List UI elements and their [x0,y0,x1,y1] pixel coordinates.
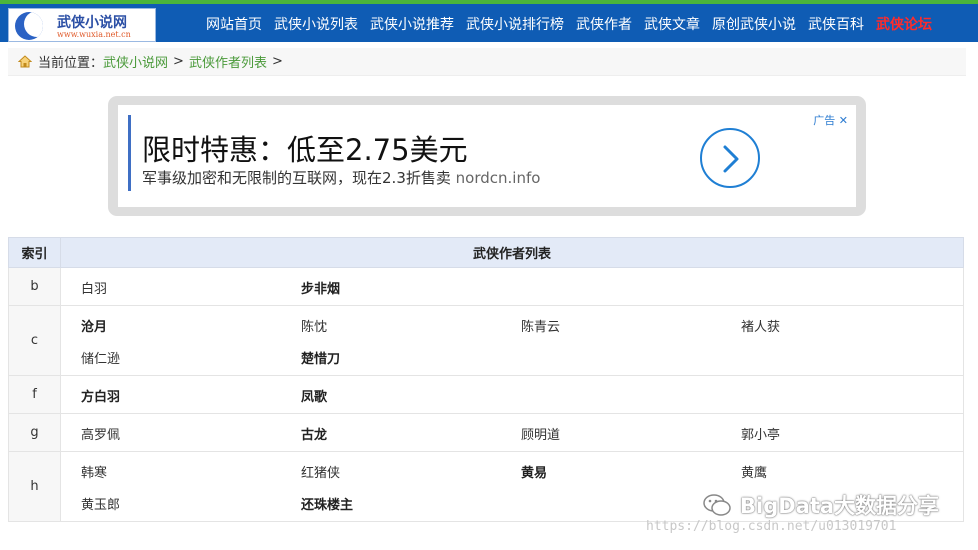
author-table: 索引 武侠作者列表 b 白羽 步非烟 c 沧月 陈忱 陈青云 褚人获 储仁逊 楚… [8,237,964,522]
ad-card: 限时特惠：低至2.75美元 军事级加密和无限制的互联网，现在2.3折售卖 nor… [118,105,856,207]
breadcrumb-authors-link[interactable]: 武侠作者列表 [189,52,267,71]
row-index: h [8,451,61,522]
chevron-right-icon [723,145,739,173]
breadcrumb-separator: > [271,54,283,69]
author-cell: 沧月 陈忱 陈青云 褚人获 储仁逊 楚惜刀 [60,305,964,376]
nav-authors[interactable]: 武侠作者 [576,14,632,34]
author-link[interactable]: 步非烟 [301,278,521,297]
ad-tag-text: 广告 [813,114,836,127]
table-row: f 方白羽 凤歌 [8,375,964,414]
row-index: f [8,375,61,414]
home-icon [18,55,32,68]
ad-go-button[interactable] [700,128,760,188]
table-header-row: 索引 武侠作者列表 [8,237,964,268]
author-link[interactable]: 黄玉郎 [81,494,301,513]
column-header-authors: 武侠作者列表 [60,237,964,268]
breadcrumb-home-link[interactable]: 武侠小说网 [103,52,168,71]
author-link[interactable]: 韩寒 [81,462,301,481]
nav-forum[interactable]: 武侠论坛 [876,14,932,34]
wechat-watermark: BigData大数据分享 [702,490,939,520]
author-link[interactable]: 储仁逊 [81,348,301,367]
crescent-moon-icon [15,12,43,40]
top-nav-bar: 武侠小说网 www.wuxia.net.cn 网站首页 武侠小说列表 武侠小说推… [0,0,978,42]
table-row: c 沧月 陈忱 陈青云 褚人获 储仁逊 楚惜刀 [8,305,964,376]
column-header-index: 索引 [8,237,61,268]
table-row: b 白羽 步非烟 [8,267,964,306]
wechat-watermark-text: BigData大数据分享 [740,494,940,518]
nav-home[interactable]: 网站首页 [206,14,262,34]
author-link[interactable]: 凤歌 [301,386,521,405]
author-link[interactable]: 黄易 [521,462,741,481]
author-link[interactable]: 方白羽 [81,386,301,405]
author-link[interactable]: 还珠楼主 [301,494,521,513]
breadcrumb-prefix: 当前位置： [38,56,104,71]
author-link[interactable]: 褚人获 [741,316,941,335]
author-link[interactable]: 高罗佩 [81,424,301,443]
author-link[interactable]: 沧月 [81,316,301,335]
ad-accent-bar [128,115,131,191]
row-index: g [8,413,61,452]
author-link[interactable]: 郭小亭 [741,424,941,443]
author-link[interactable]: 黄鹰 [741,462,941,481]
nav-ranking[interactable]: 武侠小说排行榜 [466,14,564,34]
ad-title: 限时特惠：低至2.75美元 [142,133,468,167]
ad-desc-text: 军事级加密和无限制的互联网，现在2.3折售卖 [142,169,451,187]
author-cell: 方白羽 凤歌 [60,375,964,414]
author-link[interactable]: 古龙 [301,424,521,443]
breadcrumb: 当前位置： 武侠小说网 > 武侠作者列表 > [8,48,966,76]
ad-banner[interactable]: 限时特惠：低至2.75美元 军事级加密和无限制的互联网，现在2.3折售卖 nor… [108,96,866,216]
wechat-icon [703,494,731,516]
ad-description: 军事级加密和无限制的互联网，现在2.3折售卖 nordcn.info [142,167,540,188]
nav-encyclopedia[interactable]: 武侠百科 [808,14,864,34]
author-cell: 高罗佩 古龙 顾明道 郭小亭 [60,413,964,452]
ad-close-icon[interactable]: ✕ [839,114,848,127]
main-nav: 网站首页 武侠小说列表 武侠小说推荐 武侠小说排行榜 武侠作者 武侠文章 原创武… [206,9,932,39]
author-cell: 白羽 步非烟 [60,267,964,306]
site-logo[interactable]: 武侠小说网 www.wuxia.net.cn [8,8,156,42]
nav-novel-list[interactable]: 武侠小说列表 [274,14,358,34]
url-watermark: https://blog.csdn.net/u013019701 [646,519,897,534]
ad-domain: nordcn.info [455,169,541,187]
ad-label: 广告 ✕ [813,112,848,128]
logo-name: 武侠小说网 [57,15,127,31]
nav-original[interactable]: 原创武侠小说 [712,14,796,34]
logo-url: www.wuxia.net.cn [57,30,131,39]
author-link[interactable]: 陈青云 [521,316,741,335]
table-row: g 高罗佩 古龙 顾明道 郭小亭 [8,413,964,452]
author-link[interactable]: 顾明道 [521,424,741,443]
nav-articles[interactable]: 武侠文章 [644,14,700,34]
row-index: b [8,267,61,306]
author-link[interactable]: 红猪侠 [301,462,521,481]
nav-recommend[interactable]: 武侠小说推荐 [370,14,454,34]
breadcrumb-separator: > [173,54,184,69]
author-link[interactable]: 楚惜刀 [301,348,521,367]
author-link[interactable]: 白羽 [81,278,301,297]
row-index: c [8,305,61,376]
author-link[interactable]: 陈忱 [301,316,521,335]
